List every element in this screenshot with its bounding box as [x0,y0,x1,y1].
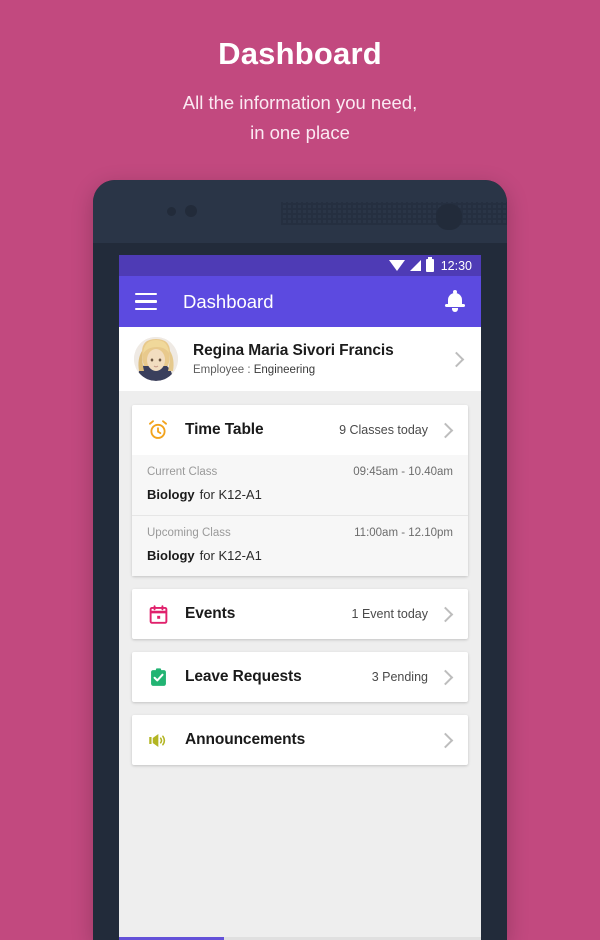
scroll-progress-bar[interactable] [119,937,481,940]
chevron-right-icon [438,422,454,438]
app-bar: Dashboard [119,276,481,327]
light-sensor-icon [185,205,197,217]
time-table-upcoming-class[interactable]: Upcoming Class 11:00am - 12.10pm Biology… [132,515,468,576]
card-time-table: Time Table 9 Classes today Current Class… [132,405,468,576]
time-table-current-class[interactable]: Current Class 09:45am - 10.40am Biology f… [132,455,468,515]
card-events-meta: 1 Event today [352,607,428,621]
upcoming-class-time: 11:00am - 12.10pm [354,527,453,539]
phone-screen: 12:30 Dashboard [119,255,481,940]
avatar [134,337,178,381]
app-bar-title: Dashboard [183,291,445,313]
profile-text: Regina Maria Sivori Francis Employee : E… [193,342,451,376]
alarm-clock-icon [145,419,171,441]
card-leave-requests-title: Leave Requests [185,668,302,686]
chevron-right-icon [438,606,454,622]
bell-icon[interactable] [445,291,465,313]
signal-icon [410,260,421,271]
card-leave-requests: Leave Requests 3 Pending [132,652,468,702]
chevron-right-icon [449,351,465,367]
upcoming-class-subject: Biology [147,548,195,563]
chevron-right-icon [438,669,454,685]
card-time-table-header[interactable]: Time Table 9 Classes today [132,405,468,455]
current-class-head: Current Class 09:45am - 10.40am [147,466,453,478]
card-leave-requests-header[interactable]: Leave Requests 3 Pending [132,652,468,702]
status-bar-clock: 12:30 [441,259,472,273]
current-class-subject-row: Biology for K12-A1 [147,487,453,502]
earpiece-speaker-grille [281,202,507,225]
profile-role: Employee : Engineering [193,364,451,376]
upcoming-class-section: for K12-A1 [200,548,262,563]
profile-name: Regina Maria Sivori Francis [193,342,451,360]
megaphone-icon [145,730,171,751]
chevron-right-icon [438,732,454,748]
scroll-progress-fill [119,937,224,940]
hamburger-line [135,308,157,311]
hamburger-line [135,293,157,296]
card-time-table-title: Time Table [185,421,264,439]
promo-subtitle-line-2: in one place [0,118,600,148]
hamburger-menu-icon[interactable] [135,293,157,311]
card-announcements-header[interactable]: Announcements [132,715,468,765]
upcoming-class-head: Upcoming Class 11:00am - 12.10pm [147,527,453,539]
dashboard-content: Regina Maria Sivori Francis Employee : E… [119,327,481,940]
page-title: Dashboard [0,36,600,72]
wifi-icon [389,260,405,271]
bell-rim [445,304,465,308]
battery-icon [426,259,434,272]
user-avatar-photo [134,337,178,381]
clipboard-check-icon [145,667,171,688]
proximity-sensor-icon [167,207,176,216]
card-leave-requests-meta: 3 Pending [372,670,428,684]
card-events: Events 1 Event today [132,589,468,639]
card-time-table-meta: 9 Classes today [339,423,428,437]
card-events-title: Events [185,605,235,623]
current-class-time: 09:45am - 10.40am [353,466,453,478]
current-class-label: Current Class [147,466,217,478]
upcoming-class-label: Upcoming Class [147,527,231,539]
promo-subtitle: All the information you need, in one pla… [0,88,600,148]
bell-clapper [452,308,458,312]
hamburger-line [135,300,157,303]
card-events-header[interactable]: Events 1 Event today [132,589,468,639]
profile-role-label: Employee : [193,364,251,376]
card-announcements: Announcements [132,715,468,765]
status-bar: 12:30 [119,255,481,276]
calendar-icon [145,604,171,625]
time-table-details: Current Class 09:45am - 10.40am Biology f… [132,455,468,576]
promo-header: Dashboard All the information you need, … [0,0,600,148]
profile-row[interactable]: Regina Maria Sivori Francis Employee : E… [119,327,481,391]
card-announcements-title: Announcements [185,731,305,749]
phone-top-bezel [93,180,507,243]
upcoming-class-subject-row: Biology for K12-A1 [147,548,453,563]
front-camera-icon [436,204,462,230]
promo-subtitle-line-1: All the information you need, [0,88,600,118]
phone-device-frame: 12:30 Dashboard [93,180,507,940]
current-class-section: for K12-A1 [200,487,262,502]
promo-background: Dashboard All the information you need, … [0,0,600,930]
current-class-subject: Biology [147,487,195,502]
profile-role-value: Engineering [254,364,315,376]
